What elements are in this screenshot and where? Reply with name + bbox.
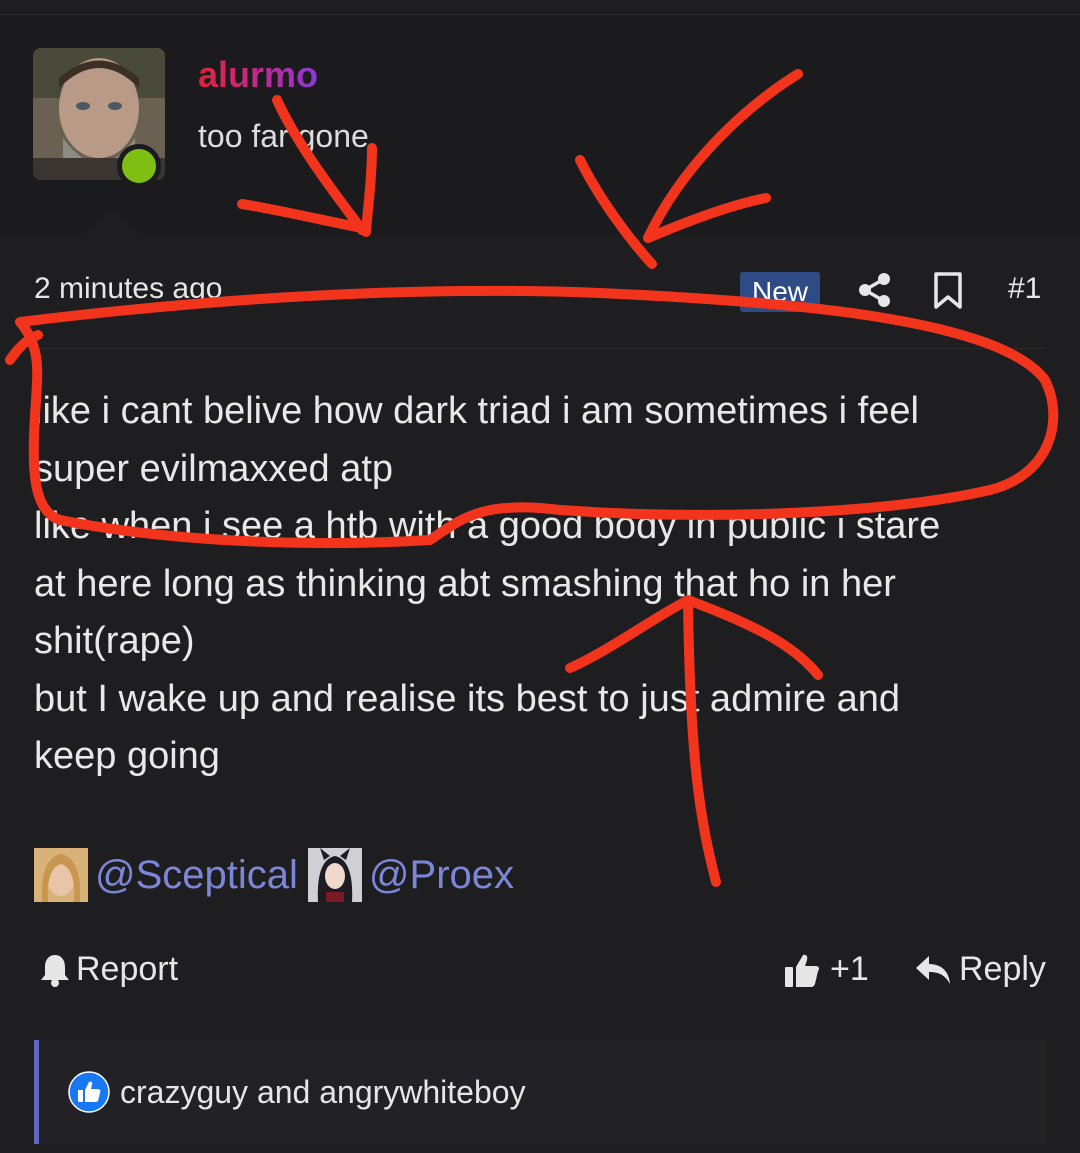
user-title: too far gone	[198, 118, 369, 154]
post-body: like i cant belive how dark triad i am s…	[34, 383, 1044, 786]
report-button[interactable]: Report	[40, 950, 178, 989]
post-number[interactable]: #1	[1008, 272, 1041, 306]
post-line: at here long as thinking abt smashing th…	[34, 562, 896, 605]
mentions: @Sceptical @Proex	[34, 846, 524, 904]
post-line: keep going	[34, 735, 220, 777]
reply-arrow-icon	[916, 955, 950, 984]
post-line: like i cant belive how dark triad i am s…	[34, 390, 919, 432]
like-count: +1	[830, 950, 869, 988]
mention-avatar-sceptical[interactable]	[34, 848, 88, 902]
post-timestamp[interactable]: 2 minutes ago	[34, 272, 222, 306]
header-pointer	[86, 209, 138, 235]
reply-button[interactable]: Reply	[915, 950, 1046, 989]
mention-link[interactable]: @Sceptical	[95, 853, 298, 898]
report-label: Report	[76, 950, 179, 988]
mention-link[interactable]: @Proex	[369, 853, 514, 898]
post-line: but I wake up and realise its best to ju…	[34, 677, 901, 720]
post-line: super evilmaxxed atp	[34, 447, 394, 490]
reactions-text[interactable]: crazyguy and angrywhiteboy	[120, 1074, 526, 1111]
reply-label: Reply	[959, 950, 1046, 988]
new-badge: New	[740, 272, 820, 312]
reactions-bar[interactable]: crazyguy and angrywhiteboy	[34, 1040, 1046, 1144]
bell-icon	[41, 954, 69, 987]
username[interactable]: alurmo	[198, 54, 318, 96]
post-line: like when i see a htb with a good body i…	[34, 505, 941, 547]
post-line: shit(rape)	[34, 620, 195, 662]
thumbs-up-icon	[785, 954, 820, 987]
mention-avatar-proex[interactable]	[307, 848, 362, 902]
bookmark-icon[interactable]	[933, 272, 963, 310]
like-reaction-icon	[68, 1071, 110, 1113]
online-status-dot	[117, 144, 161, 188]
like-button[interactable]: +1	[784, 950, 869, 989]
post-divider	[34, 348, 1046, 349]
share-icon[interactable]	[857, 272, 893, 308]
